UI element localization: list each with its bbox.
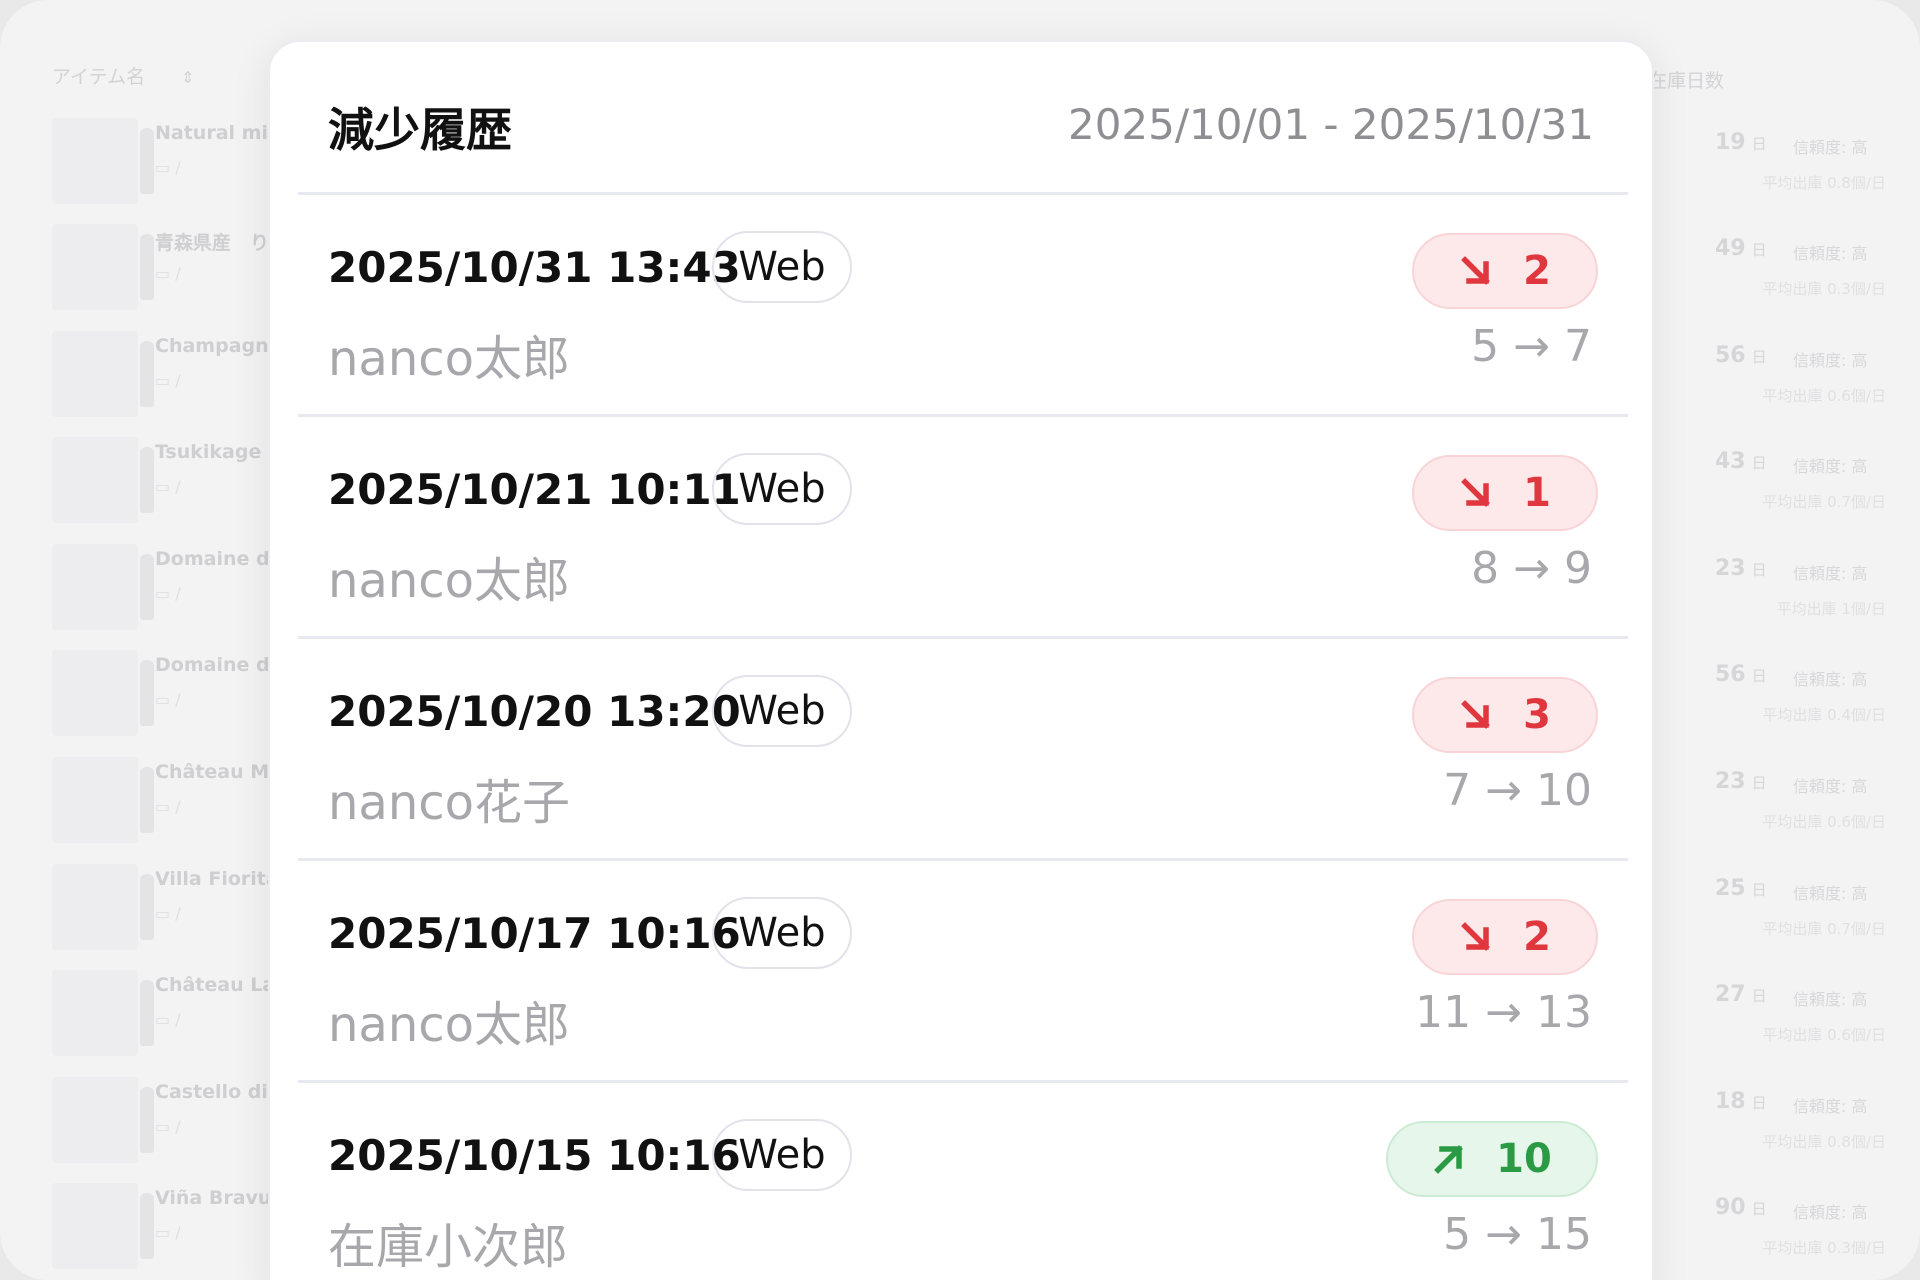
entry-datetime: 2025/10/20 13:20 <box>328 687 741 736</box>
entry-datetime: 2025/10/31 13:43 <box>328 243 741 292</box>
source-chip: Web <box>712 675 852 747</box>
history-entry: 2025/10/17 10:16 Web nanco太郎 2 11 → 13 <box>270 861 1652 1083</box>
entry-user: nanco太郎 <box>328 331 571 387</box>
source-chip: Web <box>712 231 852 303</box>
source-chip: Web <box>712 1119 852 1191</box>
stock-change: 7 → 10 <box>1443 765 1592 816</box>
entry-datetime: 2025/10/17 10:16 <box>328 909 741 958</box>
date-range: 2025/10/01 - 2025/10/31 <box>1067 100 1594 149</box>
increase-arrow-icon <box>1434 1145 1464 1174</box>
entry-datetime: 2025/10/15 10:16 <box>328 1131 741 1180</box>
badge-amount: 10 <box>1496 1136 1552 1182</box>
history-entry: 2025/10/15 10:16 Web 在庫小次郎 10 5 → 15 <box>270 1083 1652 1280</box>
source-chip: Web <box>712 897 852 969</box>
history-entry: 2025/10/21 10:11 Web nanco太郎 1 8 → 9 <box>270 417 1652 639</box>
decrease-arrow-icon <box>1461 922 1490 951</box>
decrease-badge: 2 <box>1412 233 1598 309</box>
stock-change: 11 → 13 <box>1415 987 1592 1038</box>
history-entry: 2025/10/31 13:43 Web nanco太郎 2 5 → 7 <box>270 195 1652 417</box>
entry-user: nanco花子 <box>328 775 571 831</box>
entry-datetime: 2025/10/21 10:11 <box>328 465 741 514</box>
entry-user: 在庫小次郎 <box>328 1219 569 1275</box>
modal-title: 減少履歴 <box>328 103 512 157</box>
decrease-arrow-icon <box>1461 700 1490 729</box>
decrease-arrow-icon <box>1461 478 1490 507</box>
entry-user: nanco太郎 <box>328 553 571 609</box>
source-chip: Web <box>712 453 852 525</box>
stock-change: 5 → 15 <box>1443 1209 1592 1260</box>
stock-change: 5 → 7 <box>1471 321 1592 372</box>
decrease-arrow-icon <box>1461 256 1490 285</box>
modal-header: 減少履歴 2025/10/01 - 2025/10/31 <box>270 42 1652 192</box>
decrease-badge: 1 <box>1412 455 1598 531</box>
history-modal: 減少履歴 2025/10/01 - 2025/10/31 2025/10/31 … <box>268 40 1654 1280</box>
badge-amount: 2 <box>1523 914 1551 960</box>
decrease-badge: 2 <box>1412 899 1598 975</box>
badge-amount: 3 <box>1523 692 1551 738</box>
increase-badge: 10 <box>1386 1121 1598 1197</box>
stock-change: 8 → 9 <box>1471 543 1592 594</box>
history-entry: 2025/10/20 13:20 Web nanco花子 3 7 → 10 <box>270 639 1652 861</box>
badge-amount: 2 <box>1523 248 1551 294</box>
entry-user: nanco太郎 <box>328 997 571 1053</box>
badge-amount: 1 <box>1523 470 1551 516</box>
decrease-badge: 3 <box>1412 677 1598 753</box>
